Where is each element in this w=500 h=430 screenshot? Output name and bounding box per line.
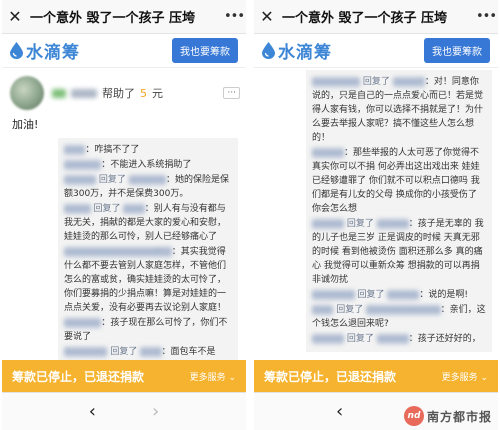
brand-logo: 水滴筹	[10, 38, 172, 63]
brand-name: 水滴筹	[26, 43, 80, 63]
comment-feed: 帮助了 5 元 ··· 加油! xxxx：咋搞不了了 xxxxxxx：不能进入系…	[2, 68, 246, 360]
donation-amount: 5	[140, 86, 147, 100]
comment-item[interactable]: xxxxxx 回复了 xxxxxx：孩子是无辜的 我的儿子也是三岁 正是调皮的时…	[312, 217, 486, 287]
more-dots-icon[interactable]: •••	[222, 9, 246, 24]
comment-thread: xxxx：咋搞不了了 xxxxxxx：不能进入系统捐助了 xxxxxx 回复了 …	[58, 138, 238, 360]
left-screenshot: ✕ 一个意外 毁了一个孩子 压垮 ••• 水滴筹 我也要筹款 帮助了 5 元 ·…	[2, 0, 246, 430]
back-arrow-icon[interactable]: ‹	[89, 401, 96, 422]
status-text: 筹款已停止，已退还捐款	[264, 369, 397, 384]
comment-item[interactable]: xxxx：咋搞不了了	[64, 143, 232, 157]
raise-funds-button[interactable]: 我也要筹款	[424, 38, 490, 63]
water-drop-icon	[10, 42, 23, 59]
comment-item[interactable]: xxxxxxxxx 回复了 xxxxxY：对！同意你说的，只是自己的一点点爱心而…	[312, 75, 486, 145]
donation-unit: 元	[152, 87, 163, 100]
comment-item[interactable]: xxxxxx：那些举报的人太可恶了你觉得不真实你可以不捐 何必弄出这出戏出来 娃…	[312, 146, 486, 216]
divider	[247, 0, 253, 430]
comment-item[interactable]: xxxxx 回复了 xxxx：别人有与没有都与我无关，捐献的都是大家的爱心和安慰…	[64, 202, 232, 244]
brand-bar: 水滴筹 我也要筹款	[2, 34, 246, 68]
browser-nav-bar: ‹ ›	[2, 392, 246, 430]
donor-header: 帮助了 5 元 ···	[2, 68, 246, 114]
comment-thread: xxxxxxxxx 回复了 xxxxxY：对！同意你说的，只是自己的一点点爱心而…	[306, 70, 492, 352]
page-title: 一个意外 毁了一个孩子 压垮	[30, 11, 196, 26]
forward-arrow-icon[interactable]: ›	[152, 401, 159, 422]
donor-badge-icon	[52, 88, 66, 98]
comment-item[interactable]: xxxxxx 回复了 xxxxxxx：她的保险是保额300万，并不是保费300万…	[64, 173, 232, 201]
page-title: 一个意外 毁了一个孩子 压垮	[282, 11, 448, 26]
comment-item[interactable]: xxxx 回复了 xxxxxxxxxxxxxx：亲们，这个钱怎么退回来呢?	[312, 303, 486, 331]
more-services-link[interactable]: 更多服务 ⌄	[190, 370, 236, 383]
back-arrow-icon[interactable]: ‹	[336, 401, 343, 422]
brand-bar: 水滴筹 我也要筹款	[254, 34, 498, 68]
watermark-logo-icon: nd	[403, 406, 424, 426]
right-screenshot: ✕ 一个意外 毁了一个孩子 压垮 ••• 水滴筹 我也要筹款 xxxxxxxxx…	[254, 0, 498, 430]
close-icon[interactable]: ✕	[2, 7, 28, 26]
raise-funds-button[interactable]: 我也要筹款	[172, 38, 238, 63]
comment-item[interactable]: xxxxxxx：不能进入系统捐助了	[64, 158, 232, 172]
title-bar: ✕ 一个意外 毁了一个孩子 压垮 •••	[254, 0, 498, 34]
comment-item[interactable]: xxxxxxxx 回复了 xxxxxx：说的是啊!	[312, 288, 486, 302]
watermark-text: 南方都市报	[426, 409, 492, 424]
fundraising-stopped-banner: 筹款已停止，已退还捐款 更多服务 ⌄	[254, 360, 498, 392]
status-text: 筹款已停止，已退还捐款	[12, 369, 145, 384]
donor-message: 加油!	[12, 118, 39, 131]
comment-item[interactable]: xxxxxx 回复了 xxxxxx：孩子还好好的，	[312, 332, 486, 346]
fundraising-stopped-banner: 筹款已停止，已退还捐款 更多服务 ⌄	[2, 360, 246, 392]
comment-feed: xxxxxxxxx 回复了 xxxxxY：对！同意你说的，只是自己的一点点爱心而…	[254, 68, 498, 360]
comment-item[interactable]: xxxxxxx：孩子现在那么可怜了，你们不要说了	[64, 316, 232, 344]
title-bar: ✕ 一个意外 毁了一个孩子 压垮 •••	[2, 0, 246, 34]
more-dots-icon[interactable]: •••	[474, 9, 498, 24]
avatar	[10, 76, 44, 110]
close-icon[interactable]: ✕	[254, 7, 280, 26]
brand-logo: 水滴筹	[262, 38, 424, 63]
more-services-link[interactable]: 更多服务 ⌄	[442, 370, 488, 383]
donor-more-button[interactable]: ···	[223, 87, 240, 99]
helped-label: 帮助了	[102, 87, 135, 100]
comment-item[interactable]: Axxxxxxx 回复了 xxxx：面包车不是	[64, 345, 232, 359]
comment-item[interactable]: xxxxxxxxxxxxxxxxx853：其实我觉得什么都不要去管别人家庭怎样，…	[64, 245, 232, 315]
brand-name: 水滴筹	[278, 43, 332, 63]
donor-name	[71, 88, 97, 98]
newspaper-watermark: nd 南方都市报	[403, 406, 492, 426]
water-drop-icon	[262, 42, 275, 59]
